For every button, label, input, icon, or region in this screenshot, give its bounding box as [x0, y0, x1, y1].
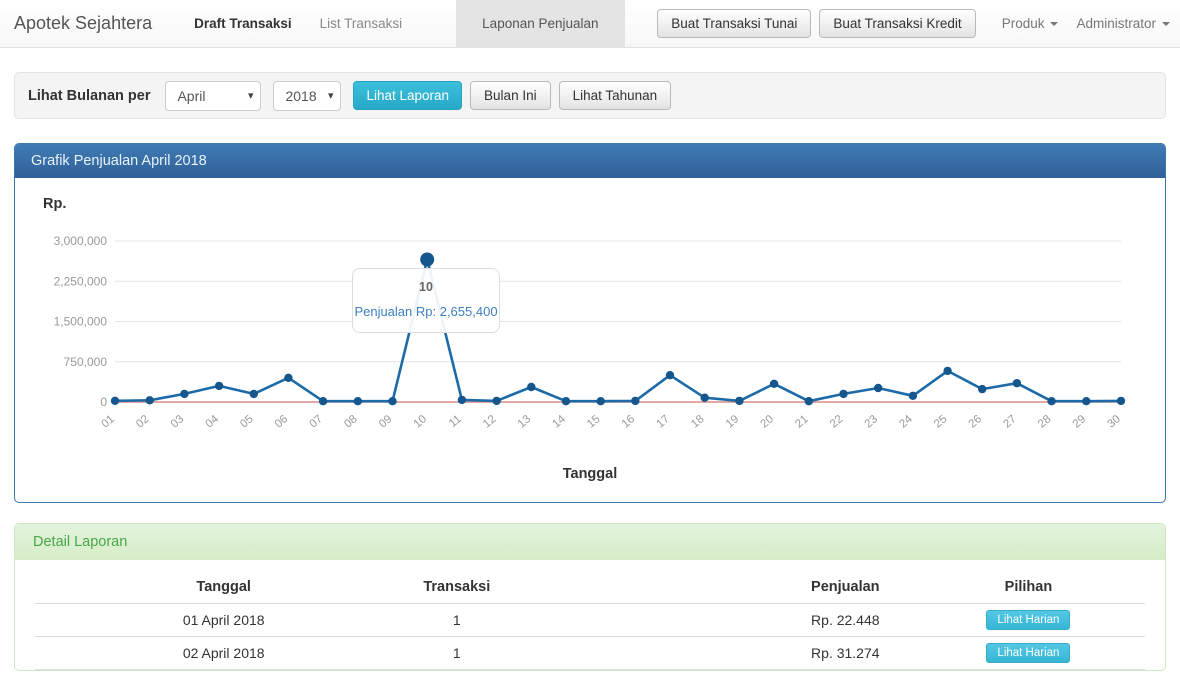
lihat-harian-button[interactable]: Lihat Harian — [986, 610, 1070, 630]
y-axis-labels: 0 750,000 1,500,000 2,250,000 3,000,000 — [54, 234, 108, 409]
filter-label: Lihat Bulanan per — [28, 88, 150, 104]
svg-text:11: 11 — [447, 413, 464, 430]
svg-text:02: 02 — [134, 413, 152, 430]
svg-text:04: 04 — [204, 413, 222, 431]
chart-body: Rp. 0750,0001,500,0002,250,0003,000,0000… — [15, 178, 1165, 502]
svg-text:10: 10 — [412, 413, 430, 430]
lihat-tahunan-button[interactable]: Lihat Tahunan — [559, 81, 672, 110]
nav-item-laporan-penjualan[interactable]: Laponan Penjualan — [456, 0, 624, 47]
svg-text:16: 16 — [620, 413, 638, 430]
svg-text:15: 15 — [585, 413, 603, 430]
nav-item-draft-transaksi[interactable]: Draft Transaksi — [180, 0, 306, 47]
svg-text:05: 05 — [238, 413, 256, 430]
col-header-penjualan: Penjualan — [811, 579, 880, 595]
navbar-right: Buat Transaksi Tunai Buat Transaksi Kred… — [657, 0, 1180, 47]
svg-text:12: 12 — [481, 413, 499, 430]
svg-text:25: 25 — [932, 413, 950, 430]
lihat-laporan-button[interactable]: Lihat Laporan — [353, 81, 462, 110]
svg-text:19: 19 — [724, 413, 742, 430]
buat-transaksi-kredit-button[interactable]: Buat Transaksi Kredit — [819, 9, 975, 38]
svg-text:18: 18 — [689, 413, 707, 430]
svg-text:01: 01 — [99, 413, 117, 430]
svg-text:27: 27 — [1001, 413, 1019, 430]
x-axis-title: Tanggal — [15, 466, 1165, 482]
svg-text:06: 06 — [273, 413, 291, 430]
chart-tooltip: 10 Penjualan Rp: 2,655,400 — [352, 268, 500, 333]
svg-text:20: 20 — [759, 413, 777, 430]
month-select-value: April — [177, 88, 205, 104]
table-header-row: Tanggal Transaksi Penjualan Pilihan — [35, 560, 1145, 604]
svg-text:24: 24 — [897, 413, 915, 431]
svg-text:21: 21 — [793, 413, 811, 430]
top-navbar: Apotek Sejahtera Draft Transaksi List Tr… — [0, 0, 1180, 48]
y-gridlines — [115, 241, 1121, 402]
svg-text:17: 17 — [654, 413, 672, 430]
year-select-value: 2018 — [285, 88, 316, 104]
cell-transaksi: 1 — [453, 645, 461, 661]
svg-text:30: 30 — [1105, 413, 1123, 430]
produk-dropdown[interactable]: Produk — [1002, 16, 1059, 31]
svg-text:3,000,000: 3,000,000 — [54, 234, 108, 248]
svg-text:750,000: 750,000 — [64, 355, 108, 369]
tooltip-day: 10 — [353, 280, 499, 294]
svg-text:03: 03 — [169, 413, 187, 430]
detail-report-panel: Detail Laporan Tanggal Transaksi Penjual… — [14, 523, 1166, 671]
svg-text:13: 13 — [516, 413, 534, 430]
cell-tanggal: 01 April 2018 — [183, 612, 265, 628]
year-select[interactable]: 2018 ▾ — [273, 81, 341, 111]
caret-down-icon — [1050, 22, 1058, 26]
sales-chart-panel: Grafik Penjualan April 2018 Rp. 0 750,000… — [14, 143, 1166, 503]
table-row: 02 April 2018 1 Rp. 31.274 Lihat Harian — [35, 637, 1145, 670]
administrator-dropdown[interactable]: Administrator — [1076, 16, 1170, 31]
svg-text:1,500,000: 1,500,000 — [54, 315, 108, 329]
detail-panel-title: Detail Laporan — [15, 524, 1165, 560]
produk-dropdown-label: Produk — [1002, 16, 1045, 31]
select-caret-icon: ▾ — [328, 82, 334, 110]
buat-transaksi-tunai-button[interactable]: Buat Transaksi Tunai — [657, 9, 811, 38]
col-header-tanggal: Tanggal — [196, 579, 251, 595]
svg-text:08: 08 — [342, 413, 360, 430]
chart-panel-title: Grafik Penjualan April 2018 — [15, 144, 1165, 178]
table-row: 01 April 2018 1 Rp. 22.448 Lihat Harian — [35, 604, 1145, 637]
svg-text:14: 14 — [550, 413, 568, 431]
month-select[interactable]: April ▾ — [165, 81, 261, 111]
svg-text:09: 09 — [377, 413, 395, 430]
app-brand[interactable]: Apotek Sejahtera — [0, 0, 166, 47]
tooltip-value: Penjualan Rp: 2,655,400 — [353, 304, 499, 319]
col-header-transaksi: Transaksi — [423, 579, 490, 595]
svg-text:26: 26 — [967, 413, 985, 430]
cell-penjualan: Rp. 31.274 — [811, 645, 880, 661]
caret-down-icon — [1162, 22, 1170, 26]
svg-text:2,250,000: 2,250,000 — [54, 274, 108, 288]
svg-text:29: 29 — [1071, 413, 1089, 430]
svg-text:28: 28 — [1036, 413, 1054, 430]
monthly-filter-bar: Lihat Bulanan per April ▾ 2018 ▾ Lihat L… — [14, 72, 1166, 119]
select-caret-icon: ▾ — [248, 82, 254, 110]
bulan-ini-button[interactable]: Bulan Ini — [470, 81, 551, 110]
cell-tanggal: 02 April 2018 — [183, 645, 265, 661]
cell-penjualan: Rp. 22.448 — [811, 612, 880, 628]
sales-line-chart[interactable]: 0750,0001,500,0002,250,0003,000,00001020… — [15, 229, 1165, 461]
svg-text:0: 0 — [100, 395, 107, 409]
svg-text:07: 07 — [308, 413, 326, 430]
svg-text:22: 22 — [828, 413, 846, 430]
nav-item-list-transaksi[interactable]: List Transaksi — [306, 0, 417, 47]
cell-transaksi: 1 — [453, 612, 461, 628]
svg-text:23: 23 — [863, 413, 881, 430]
detail-table: Tanggal Transaksi Penjualan Pilihan 01 A… — [15, 560, 1165, 670]
administrator-dropdown-label: Administrator — [1076, 16, 1156, 31]
col-header-pilihan: Pilihan — [1005, 579, 1053, 595]
lihat-harian-button[interactable]: Lihat Harian — [986, 643, 1070, 663]
x-axis-labels: 01 02 03 04 05 06 07 08 09 10 11 12 13 14 15 16 17 18 19 20… — [99, 413, 1123, 431]
y-axis-unit-label: Rp. — [43, 196, 66, 212]
series-penjualan-points[interactable] — [111, 253, 1125, 406]
